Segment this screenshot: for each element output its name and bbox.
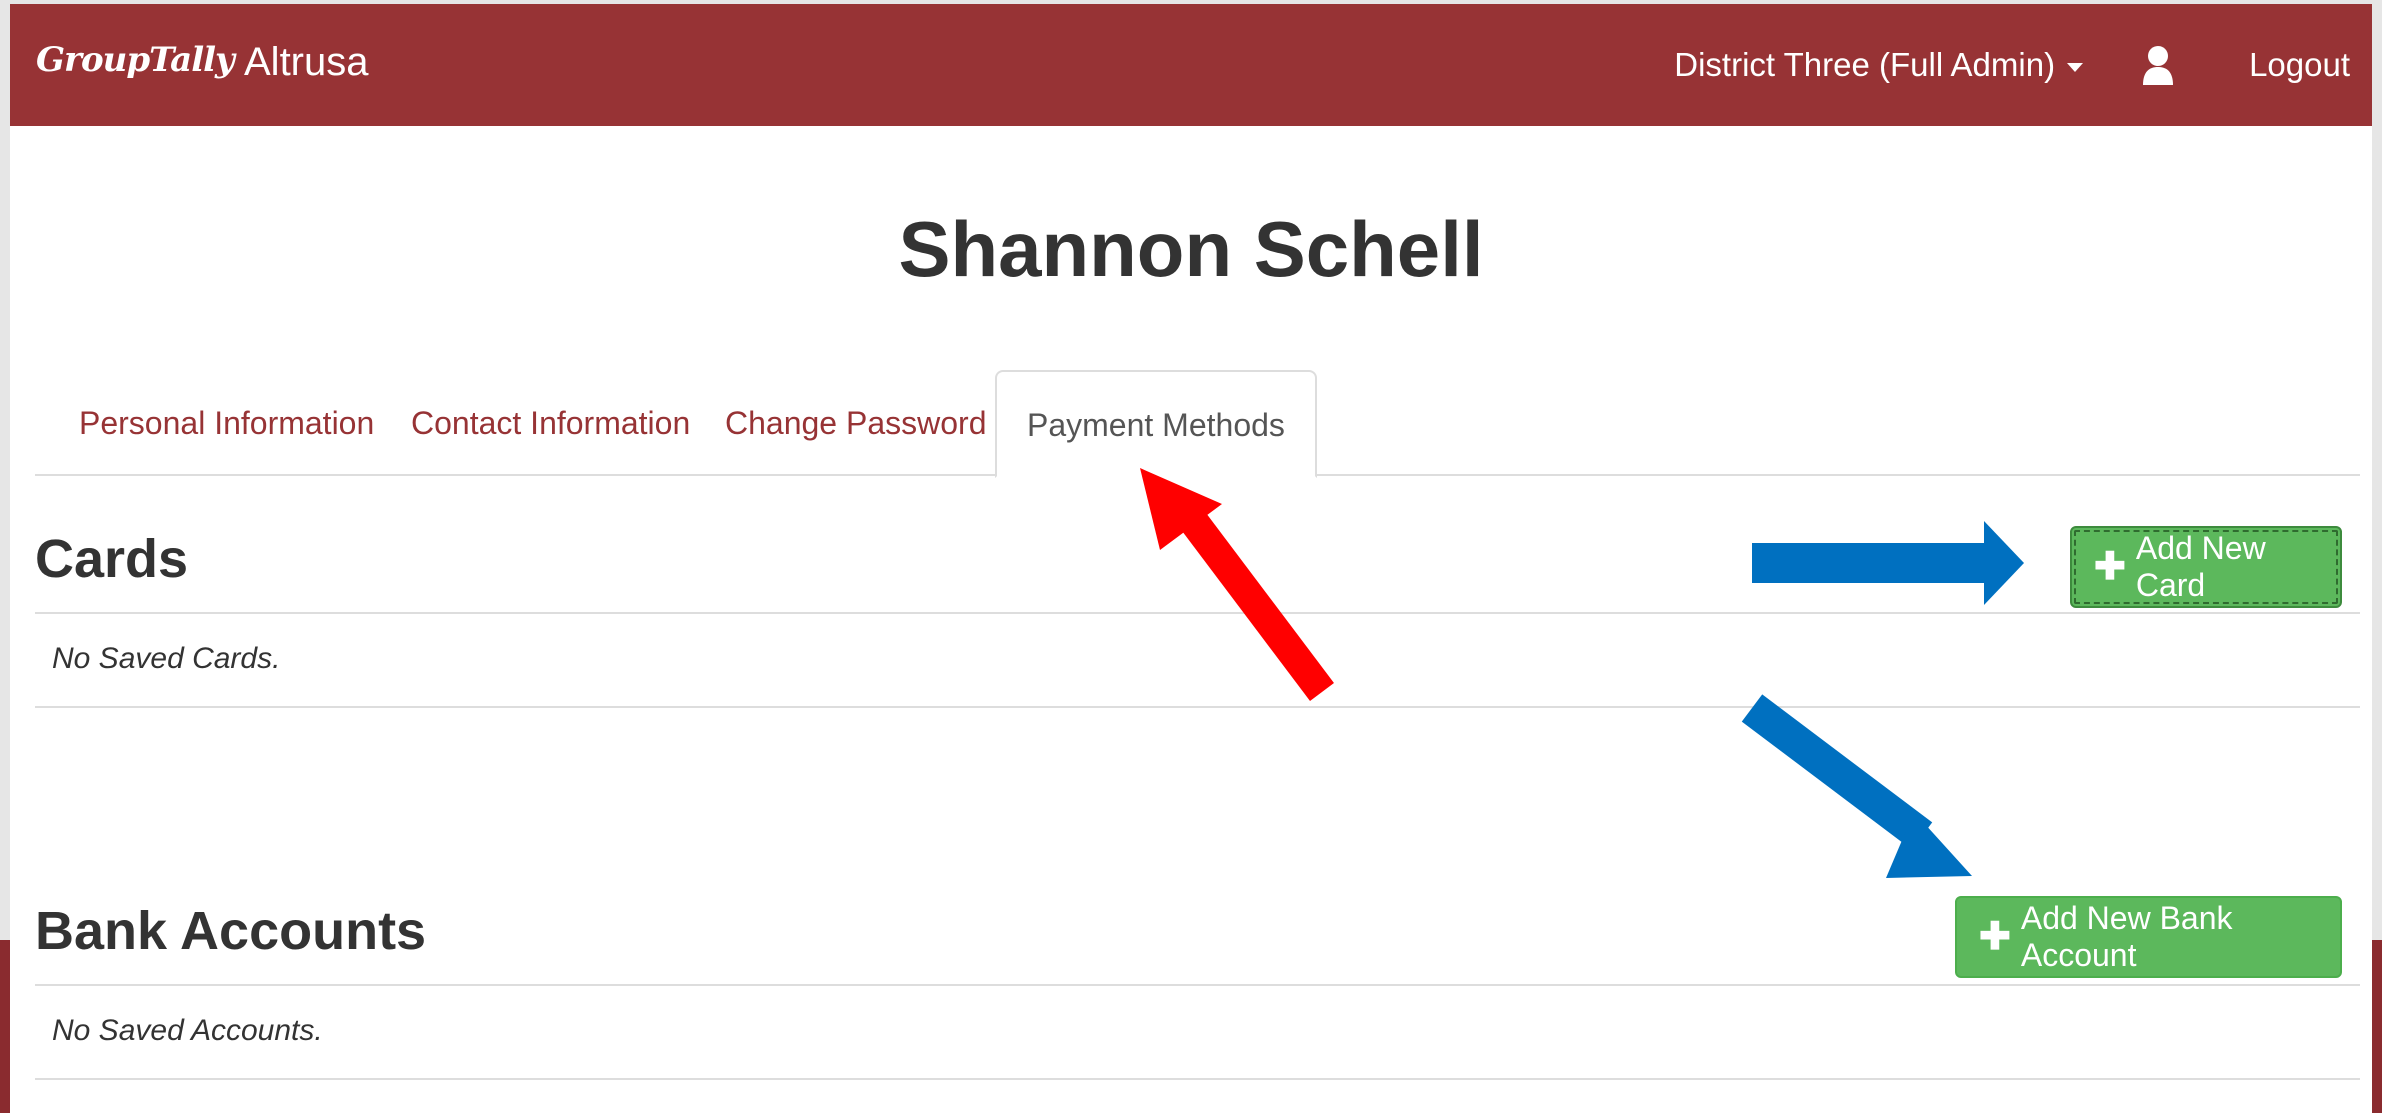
profile-tabs: Personal Information Contact Information… xyxy=(35,370,2360,478)
org-name-link[interactable]: Altrusa xyxy=(244,40,369,85)
add-new-card-label: Add New Card xyxy=(2135,530,2266,603)
bank-accounts-divider-bottom xyxy=(35,1078,2360,1080)
add-new-card-button[interactable]: ✚ Add New Card xyxy=(2070,526,2342,608)
cards-divider-bottom xyxy=(35,706,2360,708)
account-dropdown-label: District Three (Full Admin) xyxy=(1674,46,2056,83)
user-icon[interactable] xyxy=(2141,45,2175,85)
bank-accounts-divider xyxy=(35,984,2360,986)
navbar-right: District Three (Full Admin) Logout xyxy=(1674,40,2350,90)
tab-payment-methods[interactable]: Payment Methods xyxy=(995,370,1317,478)
chevron-down-icon xyxy=(2067,62,2084,72)
top-navbar: GroupTally Altrusa District Three (Full … xyxy=(10,4,2372,126)
plus-icon: ✚ xyxy=(1979,916,2011,958)
tab-personal-information[interactable]: Personal Information xyxy=(49,370,404,476)
cards-divider xyxy=(35,612,2360,614)
bank-accounts-empty-text: No Saved Accounts. xyxy=(52,1014,323,1047)
add-new-bank-account-button[interactable]: ✚ Add New Bank Account xyxy=(1955,896,2342,978)
bank-accounts-heading: Bank Accounts xyxy=(35,901,427,961)
cards-heading: Cards xyxy=(35,529,189,589)
account-dropdown[interactable]: District Three (Full Admin) xyxy=(1674,46,2084,84)
cards-empty-text: No Saved Cards. xyxy=(52,642,281,675)
add-new-bank-account-label: Add New Bank Account xyxy=(2020,900,2233,973)
tab-contact-information[interactable]: Contact Information xyxy=(381,370,720,476)
app-window: GroupTally Altrusa District Three (Full … xyxy=(10,4,2372,1113)
tab-change-password[interactable]: Change Password xyxy=(695,370,1016,476)
page-title: Shannon Schell xyxy=(898,205,1484,293)
brand-logo[interactable]: GroupTally xyxy=(36,40,235,80)
logout-link[interactable]: Logout xyxy=(2249,46,2350,84)
plus-icon: ✚ xyxy=(2094,546,2126,588)
